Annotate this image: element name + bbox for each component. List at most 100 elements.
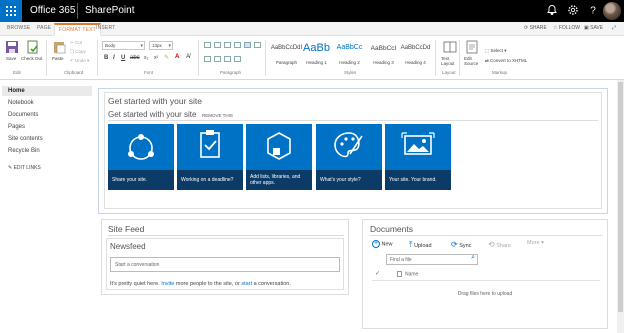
align-left-icon[interactable] xyxy=(204,56,211,62)
align-right-icon[interactable] xyxy=(224,56,231,62)
check-out-button-label[interactable]: Check Out xyxy=(21,56,42,61)
sidebar-item-home[interactable]: Home xyxy=(8,88,25,94)
paste-button-label[interactable]: Paste xyxy=(52,56,64,61)
tab-insert[interactable]: INSERT xyxy=(96,25,115,31)
ltr-icon[interactable] xyxy=(244,42,251,48)
text-layout-icon[interactable] xyxy=(443,40,457,54)
style-heading-4[interactable]: AaBbCcDd Heading 4 xyxy=(397,40,434,67)
select-button[interactable]: ⬚ Select ▾ xyxy=(485,48,507,54)
conversation-input[interactable]: Start a conversation xyxy=(110,257,340,272)
sync-icon: ⟳ xyxy=(451,240,458,249)
office365-link[interactable]: Office 365 xyxy=(30,5,75,16)
select-all-checkbox[interactable]: ✓ xyxy=(375,270,380,277)
highlight-icon[interactable]: ✎ xyxy=(164,54,169,61)
group-paragraph-label: Paragraph xyxy=(220,70,242,75)
scrollbar-thumb[interactable] xyxy=(618,82,623,312)
convert-label: Convert to XHTML xyxy=(490,58,528,63)
upload-button[interactable]: ⤒ Upload xyxy=(409,240,432,250)
font-family-dropdown[interactable]: Body xyxy=(102,41,145,50)
app-launcher-icon[interactable] xyxy=(0,0,22,22)
suite-bar: Office 365 SharePoint ? xyxy=(0,0,624,22)
bold-icon[interactable]: B xyxy=(104,55,108,61)
numbered-list-icon[interactable] xyxy=(214,42,221,48)
text-layout-button-label[interactable]: Text Layout xyxy=(441,56,459,66)
sidebar-item-notebook[interactable]: Notebook xyxy=(8,100,34,106)
drag-upload-hint: Drag files here to upload xyxy=(457,291,513,297)
subscript-icon[interactable]: x₂ xyxy=(144,55,148,61)
share-document-button[interactable]: ⟲ Share xyxy=(488,240,511,249)
style-heading-2[interactable]: AaBbCc Heading 2 xyxy=(331,40,368,67)
cut-button[interactable]: ✂ Cut xyxy=(70,40,82,46)
outdent-icon[interactable] xyxy=(224,42,231,48)
sidebar-item-pages[interactable]: Pages xyxy=(8,124,25,130)
font-size-dropdown[interactable]: 13px xyxy=(149,41,173,50)
tab-format-text[interactable]: FORMAT TEXT xyxy=(54,23,101,36)
align-center-icon[interactable] xyxy=(214,56,221,62)
chevron-down-icon: ▾ xyxy=(85,58,90,63)
column-header-name[interactable]: Name xyxy=(397,271,418,277)
tile-share-site[interactable]: Share your site. xyxy=(108,124,174,190)
avatar[interactable] xyxy=(603,2,621,20)
clear-format-icon[interactable]: A̸ xyxy=(186,54,190,60)
tile-caption: Add lists, libraries, and other apps. xyxy=(246,170,312,190)
find-file-input[interactable]: Find a file xyxy=(386,254,478,265)
italic-icon[interactable]: I xyxy=(113,55,115,61)
divider xyxy=(97,40,98,76)
divider xyxy=(108,120,598,121)
sidebar-item-recycle-bin[interactable]: Recycle Bin xyxy=(8,148,40,154)
edit-links-label: EDIT LINKS xyxy=(13,165,41,171)
tile-add-apps[interactable]: Add lists, libraries, and other apps. xyxy=(246,124,312,190)
edit-links-button[interactable]: ✎ EDIT LINKS xyxy=(8,165,41,171)
follow-action[interactable]: ☆ FOLLOW xyxy=(553,25,580,31)
sync-button[interactable]: ⟳ Sync xyxy=(451,240,471,249)
save-action[interactable]: ▣ SAVE xyxy=(584,25,603,31)
font-color-icon[interactable]: A xyxy=(175,54,179,60)
group-edit-label: Edit xyxy=(13,70,21,75)
paste-icon[interactable] xyxy=(52,40,66,54)
sidebar-item-documents[interactable]: Documents xyxy=(8,112,38,118)
share-icon xyxy=(128,134,154,160)
edit-source-button-label[interactable]: Edit Source xyxy=(464,56,480,66)
file-type-icon xyxy=(397,271,402,277)
select-label: Select xyxy=(490,48,504,53)
style-heading-1[interactable]: AaBb Heading 1 xyxy=(298,40,335,67)
invite-link[interactable]: Invite xyxy=(161,281,174,287)
sidebar-item-site-contents[interactable]: Site contents xyxy=(8,136,43,142)
indent-icon[interactable] xyxy=(234,42,241,48)
edit-source-icon[interactable] xyxy=(465,40,479,54)
save-button-label[interactable]: Save xyxy=(6,56,16,61)
undo-button[interactable]: ↶ Undo ▾ xyxy=(70,58,89,64)
save-large-icon[interactable] xyxy=(5,40,19,54)
bullet-list-icon[interactable] xyxy=(204,42,211,48)
bell-icon[interactable] xyxy=(545,4,559,18)
more-button[interactable]: More ▾ xyxy=(527,240,544,246)
rtl-icon[interactable] xyxy=(254,42,261,48)
follow-label: FOLLOW xyxy=(558,25,580,31)
chevron-down-icon: ▾ xyxy=(541,240,544,246)
justify-icon[interactable] xyxy=(234,56,241,62)
share-action[interactable]: ⟳ SHARE xyxy=(524,25,547,31)
underline-icon[interactable]: U xyxy=(121,55,125,61)
start-link[interactable]: start xyxy=(241,281,252,287)
convert-xhtml-button[interactable]: ⇄ Convert to XHTML xyxy=(485,58,527,64)
help-icon[interactable]: ? xyxy=(586,4,600,18)
get-started-title: Get started with your site xyxy=(108,110,197,119)
tab-page[interactable]: PAGE xyxy=(37,25,51,31)
tile-brand[interactable]: Your site. Your brand. xyxy=(385,124,451,190)
tile-style[interactable]: What's your style? xyxy=(316,124,382,190)
checkout-icon[interactable] xyxy=(26,40,40,54)
tile-deadline[interactable]: Working on a deadline? xyxy=(177,124,243,190)
copy-button[interactable]: ❐ Copy xyxy=(70,49,86,55)
tile-caption: Working on a deadline? xyxy=(177,170,243,190)
strikethrough-icon[interactable]: abc xyxy=(130,55,140,61)
superscript-icon[interactable]: x² xyxy=(154,55,158,61)
new-document-button[interactable]: + New xyxy=(372,240,393,248)
divider xyxy=(46,40,47,76)
gear-icon[interactable] xyxy=(566,4,580,18)
palette-icon xyxy=(334,132,363,158)
fullscreen-icon[interactable]: ⤢ xyxy=(612,25,616,31)
sharepoint-link[interactable]: SharePoint xyxy=(85,5,134,16)
group-layout-label: Layout xyxy=(442,70,456,75)
tab-browse[interactable]: BROWSE xyxy=(7,25,30,31)
remove-this-link[interactable]: REMOVE THIS xyxy=(202,113,233,118)
